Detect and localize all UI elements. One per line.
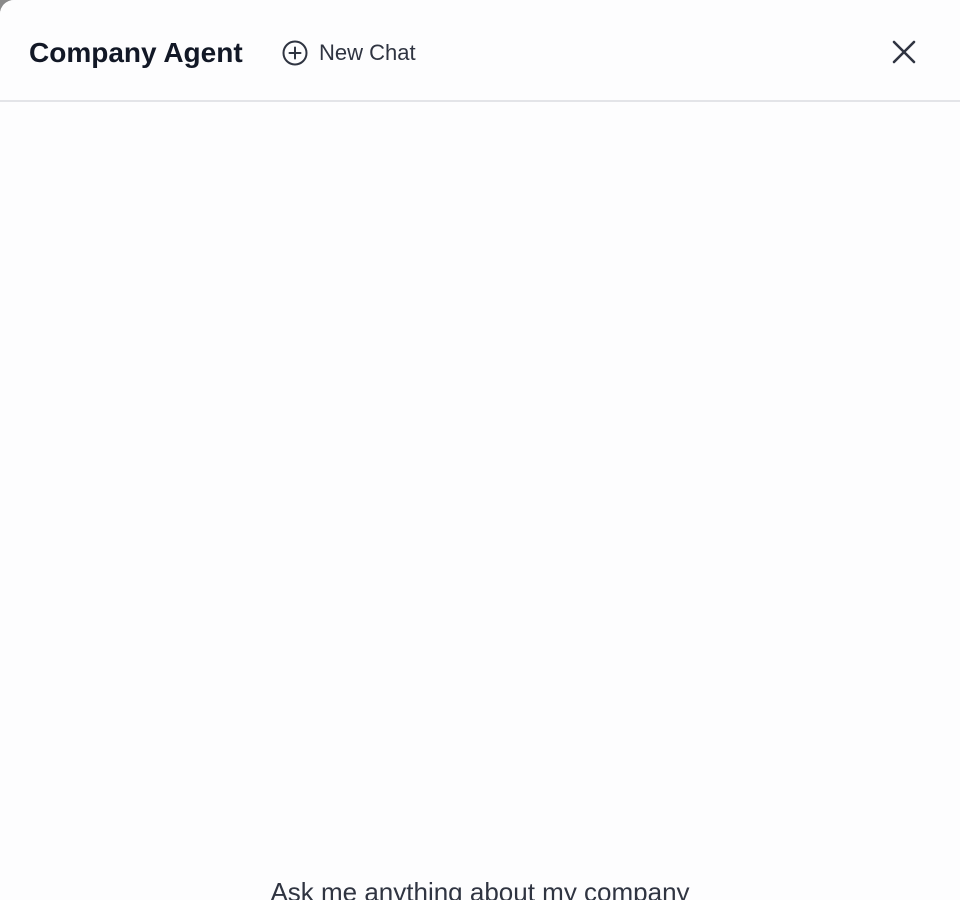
- close-icon: [892, 40, 916, 64]
- chat-panel: Company Agent New Chat Ask me anything a…: [0, 0, 960, 900]
- chat-header: Company Agent New Chat: [0, 0, 960, 102]
- new-chat-label: New Chat: [319, 40, 416, 65]
- new-chat-button[interactable]: New Chat: [281, 38, 416, 68]
- chat-messages-area: [0, 102, 960, 900]
- plus-circle-icon: [281, 39, 309, 67]
- panel-title: Company Agent: [29, 37, 243, 68]
- empty-state-text: Ask me anything about my company: [270, 877, 690, 900]
- close-button[interactable]: [888, 36, 920, 68]
